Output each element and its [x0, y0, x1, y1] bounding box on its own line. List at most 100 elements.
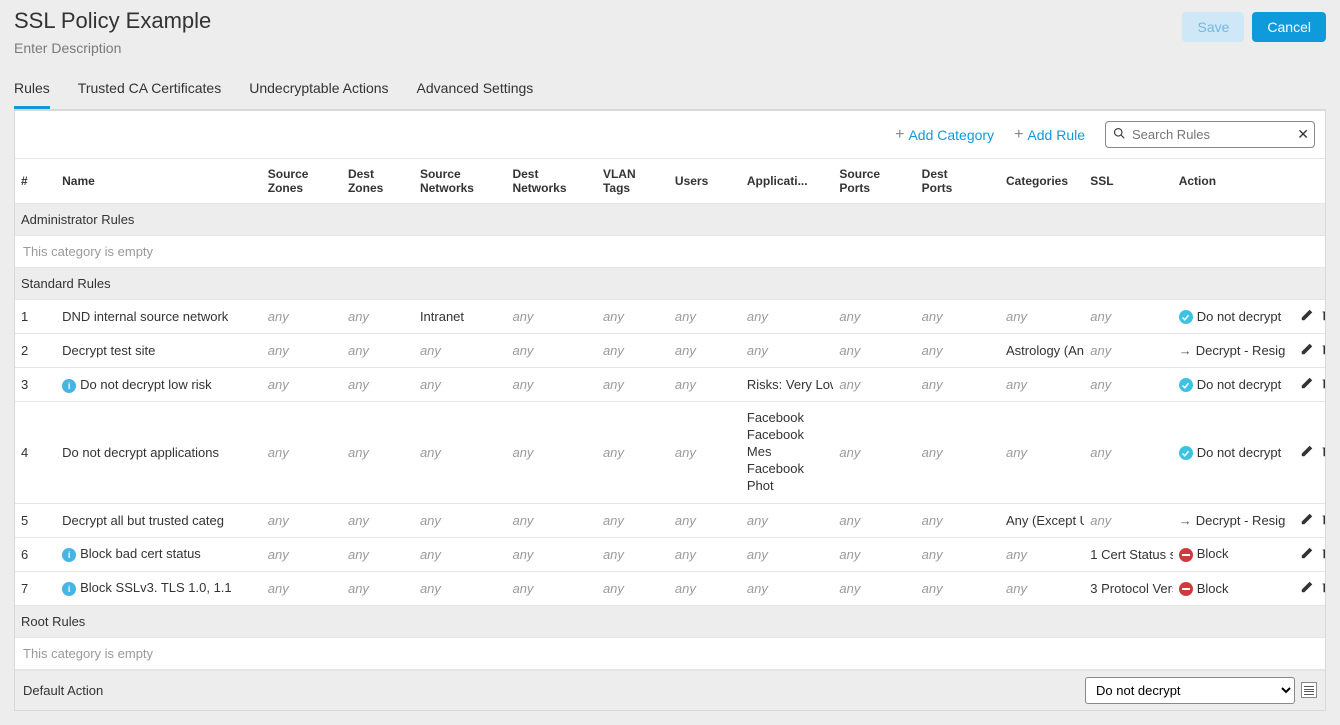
table-row[interactable]: 1DND internal source networkanyanyIntran…	[15, 300, 1325, 334]
rule-name: Decrypt all but trusted categ	[62, 513, 224, 528]
any-value: any	[1090, 343, 1111, 358]
any-value: any	[348, 547, 369, 562]
tab-rules[interactable]: Rules	[14, 74, 50, 109]
info-icon[interactable]: i	[62, 548, 76, 562]
plus-icon: +	[1014, 126, 1023, 144]
any-value: any	[1090, 377, 1111, 392]
any-value: any	[922, 547, 943, 562]
column-header	[1286, 159, 1325, 204]
any-value: any	[839, 445, 860, 460]
column-header: Action	[1173, 159, 1286, 204]
any-value: any	[603, 377, 624, 392]
any-value: any	[839, 513, 860, 528]
any-value: any	[268, 513, 289, 528]
any-value: any	[675, 309, 696, 324]
add-category-button[interactable]: + Add Category	[895, 126, 994, 144]
any-value: any	[1006, 547, 1027, 562]
any-value: any	[922, 445, 943, 460]
check-icon	[1179, 310, 1193, 324]
source-network: Intranet	[420, 309, 464, 324]
tab-undecryptable-actions[interactable]: Undecryptable Actions	[249, 74, 388, 109]
table-row[interactable]: 7iBlock SSLv3. TLS 1.0, 1.1anyanyanyanya…	[15, 571, 1325, 605]
plus-icon: +	[895, 126, 904, 144]
delete-icon[interactable]	[1320, 444, 1325, 461]
save-button[interactable]: Save	[1182, 12, 1244, 42]
table-row[interactable]: 6iBlock bad cert statusanyanyanyanyanyan…	[15, 537, 1325, 571]
delete-icon[interactable]	[1320, 376, 1325, 393]
add-rule-button[interactable]: + Add Rule	[1014, 126, 1085, 144]
category-row[interactable]: Root Rules	[15, 605, 1325, 637]
category-row[interactable]: Administrator Rules	[15, 204, 1325, 236]
column-header: #	[15, 159, 56, 204]
search-clear-icon[interactable]: ✕	[1297, 126, 1309, 143]
page-subtitle[interactable]: Enter Description	[14, 40, 211, 56]
any-value: any	[268, 377, 289, 392]
table-row[interactable]: 2Decrypt test siteanyanyanyanyanyanyanya…	[15, 334, 1325, 368]
column-header: Name	[56, 159, 262, 204]
any-value: any	[420, 513, 441, 528]
log-icon[interactable]	[1301, 682, 1317, 698]
any-value: any	[512, 581, 533, 596]
add-rule-label: Add Rule	[1027, 127, 1085, 143]
applications: Risks: Very Low	[747, 377, 834, 392]
default-action-select[interactable]: Do not decryptBlockBlock with resetDecry…	[1085, 677, 1295, 704]
action-label: Do not decrypt	[1197, 377, 1282, 392]
column-header: Applicati...	[741, 159, 834, 204]
search-input[interactable]	[1105, 121, 1315, 148]
edit-icon[interactable]	[1300, 376, 1314, 393]
column-header: SourcePorts	[833, 159, 915, 204]
rule-num: 2	[15, 334, 56, 368]
delete-icon[interactable]	[1320, 546, 1325, 563]
any-value: any	[839, 309, 860, 324]
any-value: any	[675, 445, 696, 460]
any-value: any	[512, 547, 533, 562]
info-icon[interactable]: i	[62, 582, 76, 596]
tab-advanced-settings[interactable]: Advanced Settings	[417, 74, 534, 109]
default-action-label: Default Action	[23, 683, 103, 698]
any-value: any	[839, 343, 860, 358]
edit-icon[interactable]	[1300, 342, 1314, 359]
delete-icon[interactable]	[1320, 342, 1325, 359]
table-row[interactable]: 3iDo not decrypt low riskanyanyanyanyany…	[15, 368, 1325, 402]
add-category-label: Add Category	[908, 127, 994, 143]
edit-icon[interactable]	[1300, 546, 1314, 563]
any-value: any	[1090, 445, 1111, 460]
any-value: any	[348, 513, 369, 528]
category-row[interactable]: Standard Rules	[15, 268, 1325, 300]
info-icon[interactable]: i	[62, 379, 76, 393]
edit-icon[interactable]	[1300, 580, 1314, 597]
tab-trusted-ca-certificates[interactable]: Trusted CA Certificates	[78, 74, 221, 109]
table-row[interactable]: 4Do not decrypt applicationsanyanyanyany…	[15, 402, 1325, 503]
delete-icon[interactable]	[1320, 580, 1325, 597]
any-value: any	[747, 547, 768, 562]
empty-category-row: This category is empty	[15, 236, 1325, 268]
rule-num: 5	[15, 503, 56, 537]
any-value: any	[1006, 377, 1027, 392]
any-value: any	[839, 581, 860, 596]
action-cell: Block	[1173, 537, 1286, 571]
any-value: any	[747, 343, 768, 358]
any-value: any	[922, 343, 943, 358]
any-value: any	[420, 581, 441, 596]
any-value: any	[268, 309, 289, 324]
edit-icon[interactable]	[1300, 512, 1314, 529]
cancel-button[interactable]: Cancel	[1252, 12, 1326, 42]
action-cell: →Decrypt - Resign	[1173, 334, 1286, 368]
edit-icon[interactable]	[1300, 444, 1314, 461]
action-cell: →Decrypt - Resign	[1173, 503, 1286, 537]
column-header: SourceNetworks	[414, 159, 507, 204]
action-cell: Do not decrypt	[1173, 402, 1286, 503]
any-value: any	[747, 513, 768, 528]
any-value: any	[1006, 309, 1027, 324]
any-value: any	[603, 513, 624, 528]
table-row[interactable]: 5 Decrypt all but trusted categ any any any a…	[15, 503, 1325, 537]
edit-icon[interactable]	[1300, 308, 1314, 325]
delete-icon[interactable]	[1320, 308, 1325, 325]
rule-name: Do not decrypt applications	[62, 445, 219, 460]
arrow-icon: →	[1179, 343, 1192, 358]
any-value: any	[603, 309, 624, 324]
table-body: Administrator RulesThis category is empt…	[15, 204, 1325, 670]
any-value: any	[922, 513, 943, 528]
delete-icon[interactable]	[1320, 512, 1325, 529]
any-value: any	[747, 309, 768, 324]
